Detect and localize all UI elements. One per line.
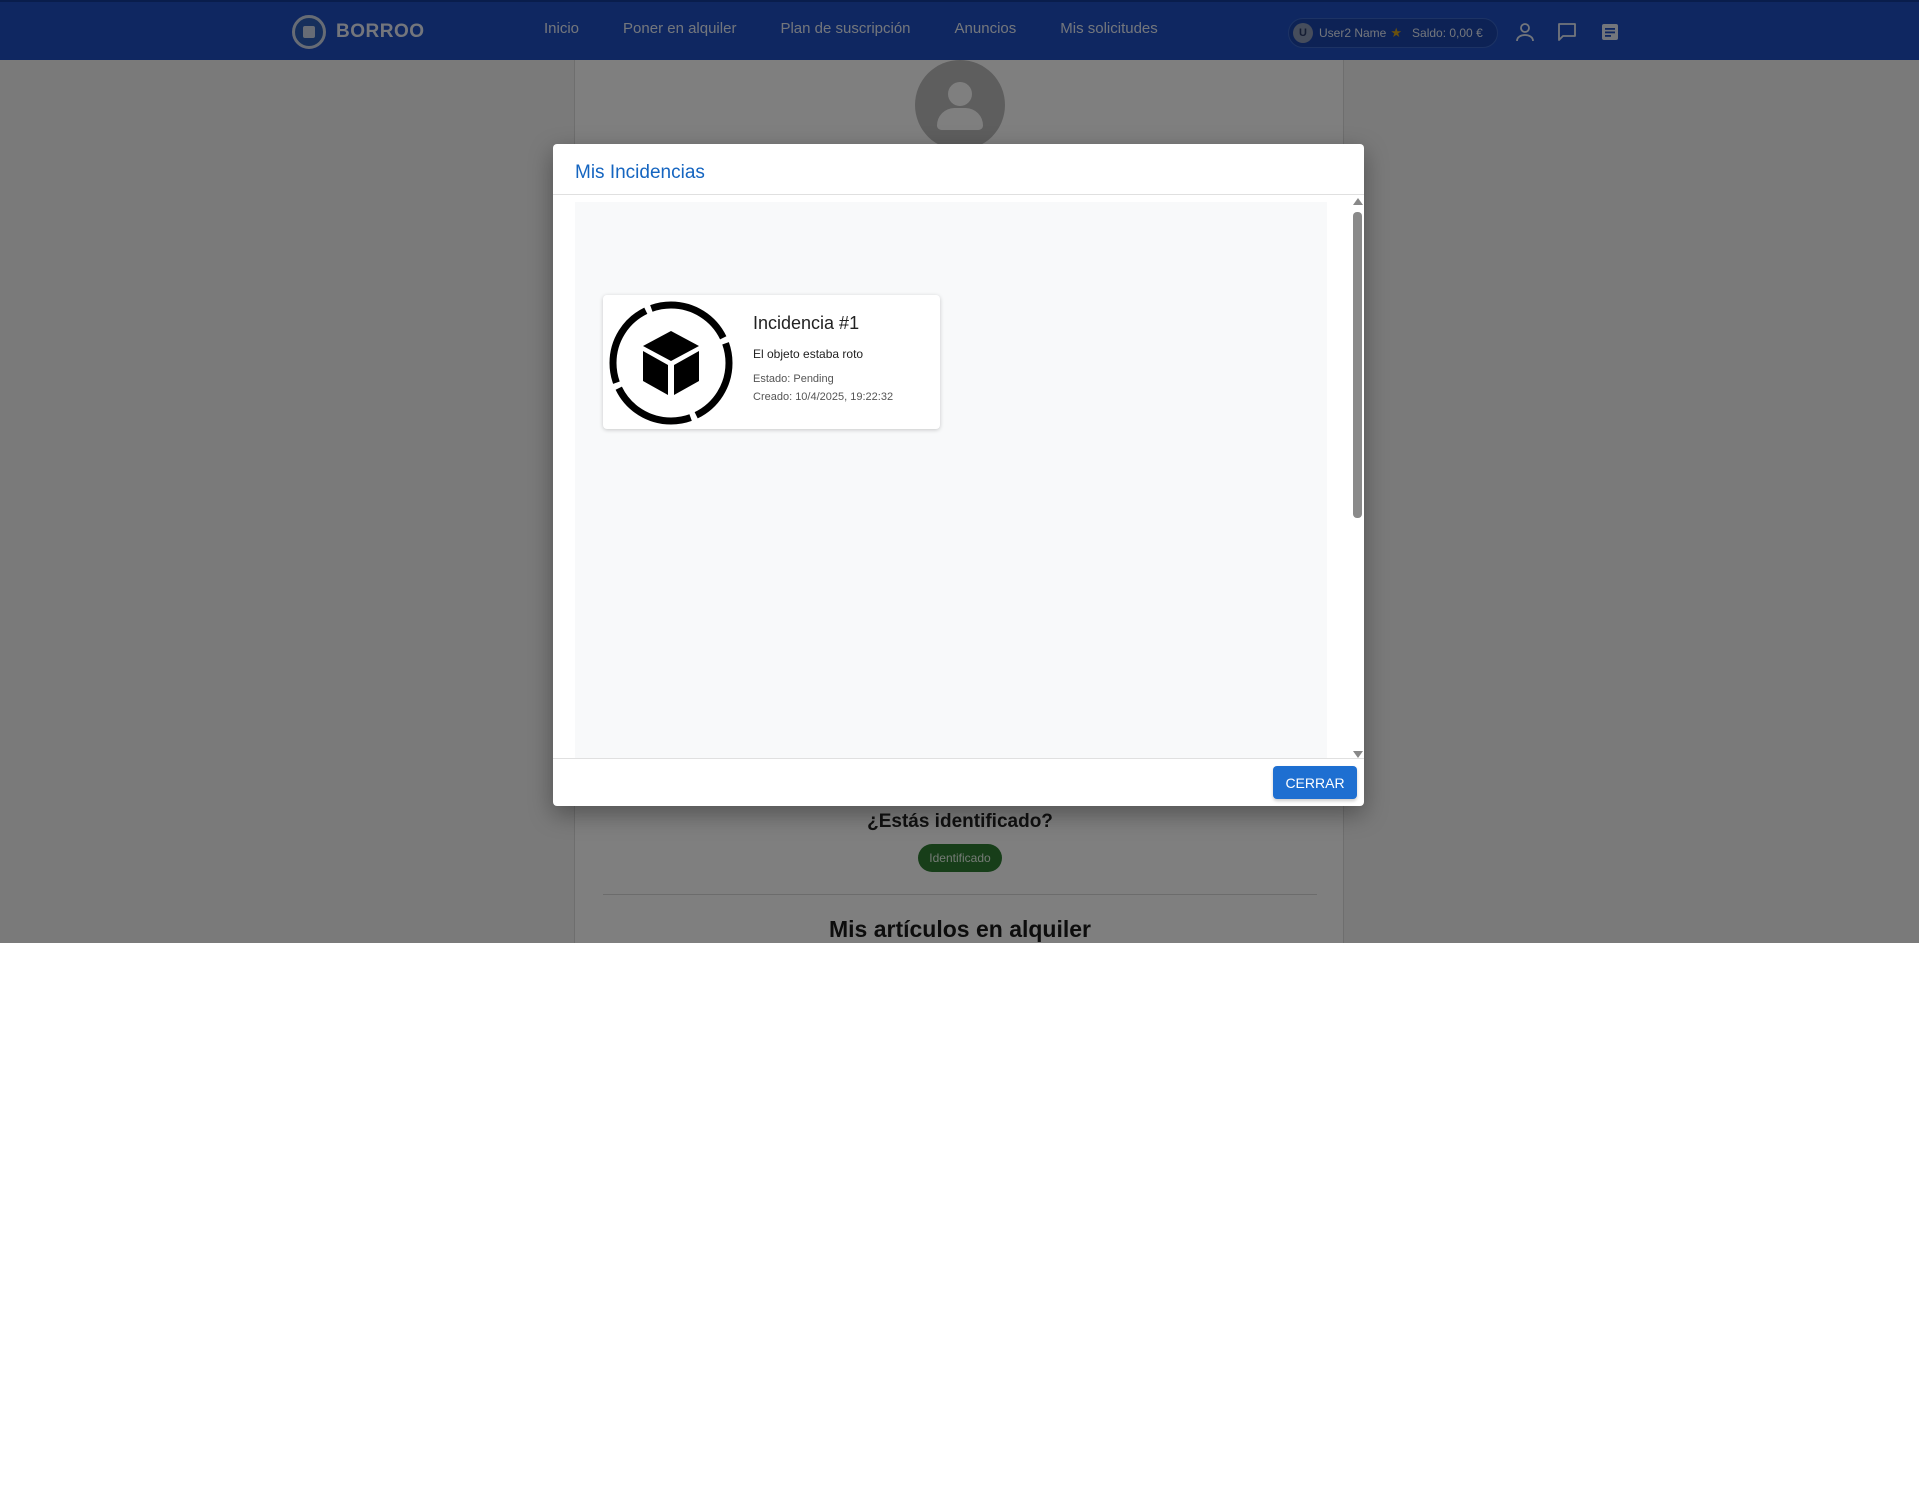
incident-status: Estado: Pending [753,373,834,385]
scroll-up-arrow-icon[interactable] [1353,198,1363,205]
dialog-actions-divider [553,758,1364,759]
viewport: BORROO Inicio Poner en alquiler Plan de … [0,0,1919,943]
dialog-content: Incidencia #1 El objeto estaba roto Esta… [575,202,1327,758]
scroll-thumb[interactable] [1353,212,1362,518]
incident-description: El objeto estaba roto [753,347,864,361]
incident-title: Incidencia #1 [753,313,860,333]
incident-created: Creado: 10/4/2025, 19:22:32 [753,391,894,403]
incident-card[interactable]: Incidencia #1 El objeto estaba roto Esta… [603,295,940,429]
dialog-title: Mis Incidencias [575,162,705,183]
scroll-down-arrow-icon[interactable] [1353,751,1363,758]
package-icon [609,301,733,425]
close-button[interactable]: CERRAR [1273,766,1357,799]
dialog-scrollbar[interactable] [1350,198,1364,758]
incidents-dialog: Mis Incidencias Incidencia #1 El objeto … [553,144,1364,806]
dialog-divider [553,194,1364,195]
